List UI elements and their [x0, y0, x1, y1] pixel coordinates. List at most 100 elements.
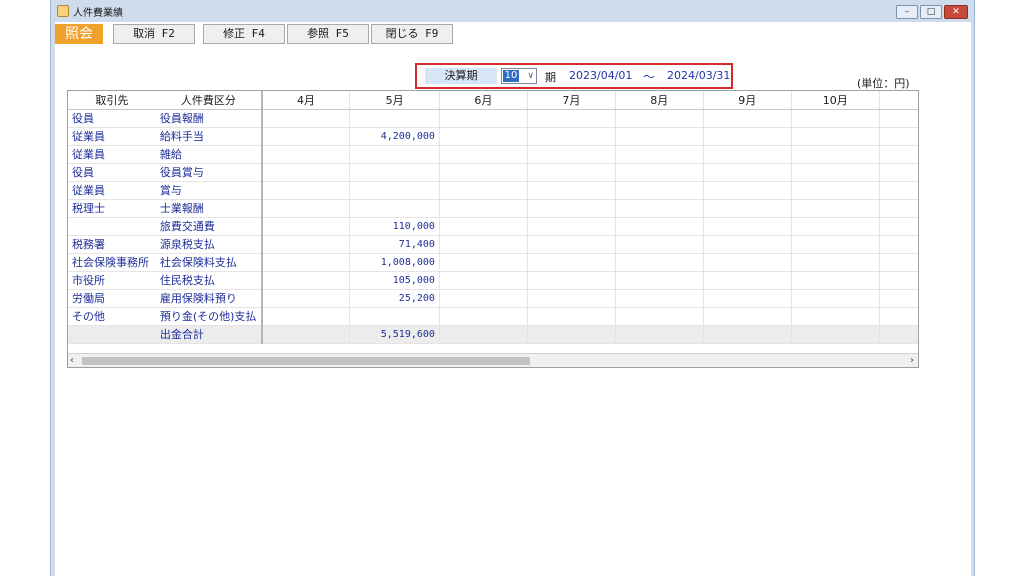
cell-amount[interactable]	[790, 181, 880, 200]
cell-party[interactable]	[68, 217, 156, 236]
cell-amount[interactable]	[261, 217, 350, 236]
table-row[interactable]: 市役所 住民税支払 105,000	[68, 271, 918, 290]
cell-amount[interactable]: 1,008,000	[349, 253, 440, 272]
cell-amount[interactable]: 4,200,000	[349, 127, 440, 146]
column-header-month[interactable]: 10月	[790, 91, 880, 110]
table-row[interactable]: 旅費交通費 110,000	[68, 217, 918, 236]
cell-category[interactable]: 雇用保険料預り	[155, 289, 263, 308]
cell-amount[interactable]	[438, 235, 528, 254]
cell-amount[interactable]	[261, 199, 350, 218]
cell-amount[interactable]	[614, 289, 704, 308]
cell-amount[interactable]	[438, 163, 528, 182]
cell-party[interactable]: 従業員	[68, 127, 156, 146]
cell-amount[interactable]	[790, 199, 880, 218]
cancel-button[interactable]: 取消 F2	[113, 24, 195, 44]
cell-amount[interactable]	[526, 271, 616, 290]
cell-amount[interactable]	[438, 145, 528, 164]
cell-amount[interactable]	[349, 163, 440, 182]
column-header-month[interactable]: 4月	[261, 91, 350, 110]
column-header-month[interactable]: 9月	[702, 91, 792, 110]
cell-amount[interactable]	[438, 271, 528, 290]
cell-amount[interactable]	[614, 307, 704, 326]
table-row[interactable]: 従業員 雑給	[68, 145, 918, 164]
cell-amount[interactable]	[702, 145, 792, 164]
cell-amount[interactable]	[790, 163, 880, 182]
cell-category[interactable]: 雑給	[155, 145, 263, 164]
cell-amount[interactable]	[790, 307, 880, 326]
cell-amount[interactable]	[790, 289, 880, 308]
cell-amount[interactable]	[526, 109, 616, 128]
column-header-month[interactable]: 8月	[614, 91, 704, 110]
cell-amount[interactable]	[438, 325, 528, 344]
cell-amount[interactable]	[261, 109, 350, 128]
cell-amount[interactable]	[702, 325, 792, 344]
cell-amount[interactable]	[261, 181, 350, 200]
cell-amount[interactable]	[702, 199, 792, 218]
total-row[interactable]: 出金合計 5,519,600	[68, 325, 918, 344]
cell-amount[interactable]: 25,200	[349, 289, 440, 308]
cell-amount[interactable]	[438, 253, 528, 272]
cell-amount[interactable]	[614, 253, 704, 272]
table-row[interactable]: 労働局 雇用保険料預り 25,200	[68, 289, 918, 308]
cell-amount[interactable]	[702, 163, 792, 182]
cell-amount[interactable]	[261, 145, 350, 164]
cell-amount[interactable]	[614, 325, 704, 344]
cell-amount[interactable]	[702, 307, 792, 326]
table-row[interactable]: 役員 役員報酬	[68, 109, 918, 128]
cell-amount[interactable]	[349, 109, 440, 128]
chevron-down-icon[interactable]: ∨	[527, 69, 534, 83]
cell-amount[interactable]	[702, 217, 792, 236]
cell-amount[interactable]	[790, 271, 880, 290]
cell-category[interactable]: 役員賞与	[155, 163, 263, 182]
edit-button[interactable]: 修正 F4	[203, 24, 285, 44]
cell-amount[interactable]	[526, 163, 616, 182]
reference-button[interactable]: 参照 F5	[287, 24, 369, 44]
cell-amount[interactable]	[790, 127, 880, 146]
cell-category[interactable]: 旅費交通費	[155, 217, 263, 236]
cell-party[interactable]: 従業員	[68, 181, 156, 200]
cell-amount[interactable]	[261, 253, 350, 272]
cell-amount[interactable]	[261, 127, 350, 146]
close-button[interactable]: 閉じる F9	[371, 24, 453, 44]
cell-amount[interactable]	[438, 217, 528, 236]
cell-amount[interactable]	[438, 109, 528, 128]
column-header-category[interactable]: 人件費区分	[155, 91, 263, 110]
scroll-right-icon[interactable]: ›	[910, 354, 914, 367]
scroll-left-icon[interactable]: ‹	[70, 354, 74, 367]
cell-party[interactable]: 労働局	[68, 289, 156, 308]
inquiry-mode-button[interactable]: 照会	[55, 24, 103, 44]
cell-amount[interactable]	[614, 145, 704, 164]
cell-amount[interactable]	[526, 145, 616, 164]
cell-party[interactable]: 役員	[68, 163, 156, 182]
cell-amount[interactable]	[438, 127, 528, 146]
cell-amount[interactable]	[614, 271, 704, 290]
cell-amount[interactable]	[261, 163, 350, 182]
cell-amount[interactable]	[526, 127, 616, 146]
cell-amount[interactable]	[702, 127, 792, 146]
cell-amount[interactable]	[261, 325, 350, 344]
cell-party[interactable]: 市役所	[68, 271, 156, 290]
fiscal-period-select[interactable]: 10 ∨	[501, 68, 537, 84]
cell-party[interactable]: 税理士	[68, 199, 156, 218]
cell-amount[interactable]	[261, 289, 350, 308]
cell-amount[interactable]	[526, 199, 616, 218]
cell-amount[interactable]	[526, 307, 616, 326]
cell-party[interactable]: 役員	[68, 109, 156, 128]
cell-category[interactable]: 預り金(その他)支払	[155, 307, 263, 326]
cell-amount[interactable]	[614, 181, 704, 200]
cell-amount[interactable]: 5,519,600	[349, 325, 440, 344]
cell-category[interactable]: 源泉税支払	[155, 235, 263, 254]
close-icon[interactable]: ✕	[944, 5, 968, 19]
table-row[interactable]: 従業員 給料手当 4,200,000	[68, 127, 918, 146]
cell-amount[interactable]	[438, 289, 528, 308]
cell-amount[interactable]	[438, 307, 528, 326]
cell-amount[interactable]	[438, 181, 528, 200]
cell-amount[interactable]	[702, 181, 792, 200]
table-row[interactable]: 社会保険事務所 社会保険料支払 1,008,000	[68, 253, 918, 272]
table-row[interactable]: 税理士 士業報酬	[68, 199, 918, 218]
cell-category[interactable]: 出金合計	[155, 325, 263, 344]
cell-amount[interactable]	[614, 199, 704, 218]
cell-amount[interactable]	[261, 235, 350, 254]
cell-amount[interactable]	[526, 289, 616, 308]
cell-amount[interactable]	[526, 181, 616, 200]
